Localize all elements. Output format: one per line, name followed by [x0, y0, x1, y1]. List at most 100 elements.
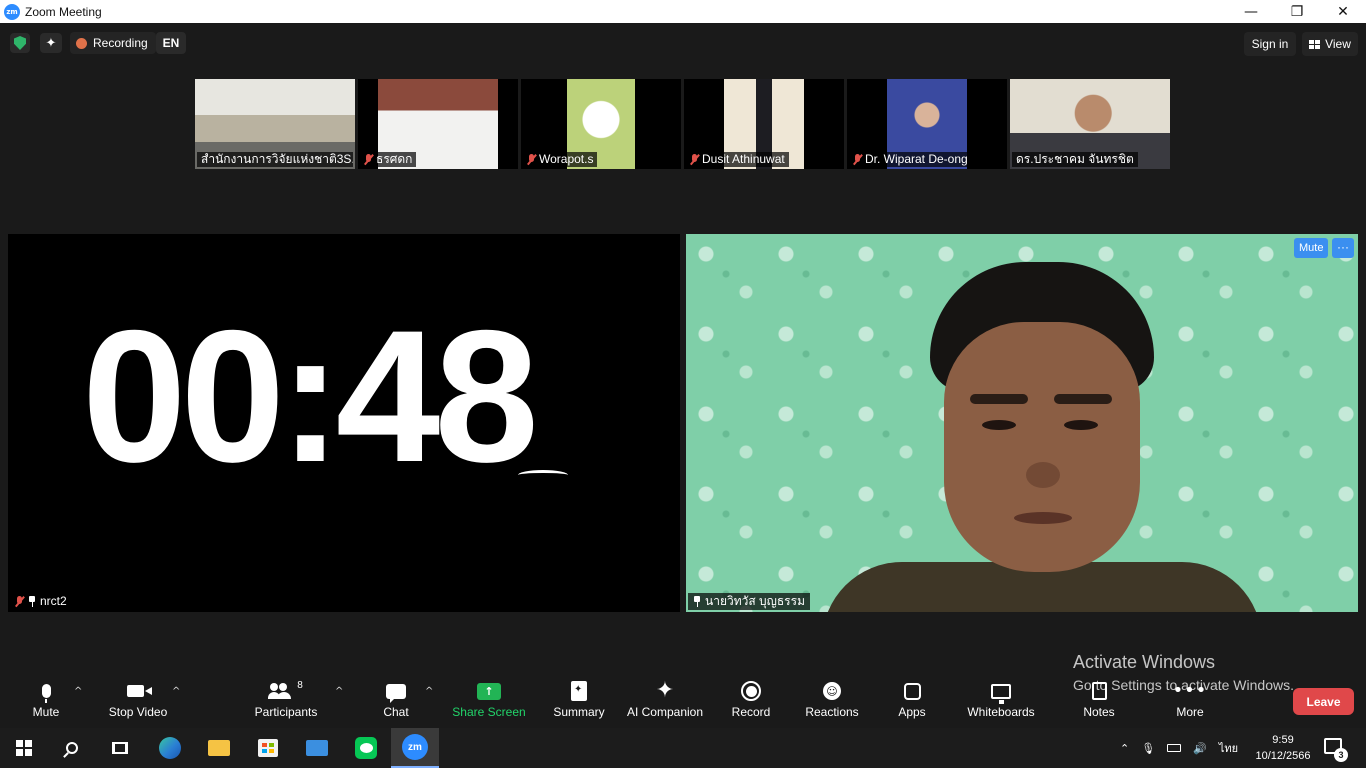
participant-thumbnail[interactable]: Worapot.s: [521, 79, 681, 169]
participants-icon: [268, 683, 293, 699]
participant-name-label: Dr. Wiparat De-ong: [849, 152, 972, 167]
participant-name-label: Worapot.s: [523, 152, 598, 167]
apps-icon: [903, 682, 921, 700]
participant-video-person: [822, 262, 1262, 612]
record-icon: [741, 681, 761, 701]
mic-muted-icon: [15, 596, 24, 607]
participant-name-label: ดร.ประชาคม จันทรชิต: [1012, 152, 1138, 167]
clock-time: 9:59: [1272, 734, 1294, 746]
sparkle-icon: ✦: [45, 35, 57, 51]
sign-in-button[interactable]: Sign in: [1244, 32, 1296, 56]
main-video-tile-right[interactable]: Mute ··· นายวิทวัส บุญธรรม: [686, 234, 1358, 612]
microphone-tray-icon[interactable]: 🎙: [1141, 742, 1155, 755]
notification-badge: 3: [1334, 748, 1348, 762]
more-dots-icon: •••: [1172, 680, 1208, 701]
notes-icon: [1091, 682, 1107, 700]
whiteboards-button[interactable]: Whiteboards: [964, 680, 1038, 726]
stop-video-button[interactable]: Stop Video: [104, 680, 172, 726]
tile-more-options-button[interactable]: ···: [1332, 238, 1354, 258]
recording-indicator[interactable]: Recording: [70, 32, 156, 54]
participant-name-label: nrct2: [10, 593, 72, 610]
main-video-tile-left[interactable]: 00:48 nrct2: [8, 234, 680, 612]
task-view-icon: [112, 742, 128, 754]
video-options-caret[interactable]: ^: [172, 686, 180, 697]
more-button[interactable]: ••• More: [1172, 680, 1208, 726]
ai-sparkle-button[interactable]: ✦: [40, 33, 62, 53]
participants-options-caret[interactable]: ^: [335, 686, 343, 697]
security-shield-button[interactable]: [10, 33, 30, 53]
window-controls: — ❐ ✕: [1228, 0, 1366, 23]
battery-icon[interactable]: [1167, 744, 1182, 752]
taskbar-clock[interactable]: 9:59 10/12/2566: [1250, 732, 1316, 764]
grid-view-icon: [1309, 39, 1321, 49]
start-button[interactable]: [0, 728, 48, 768]
pin-icon: [693, 596, 701, 607]
chevron-up-icon[interactable]: ⌃: [1120, 742, 1129, 755]
mic-muted-icon: [690, 154, 699, 165]
edge-browser-icon: [159, 737, 181, 759]
title-bar: zm Zoom Meeting — ❐ ✕: [0, 0, 1366, 23]
reactions-button[interactable]: ☺ Reactions: [802, 680, 862, 726]
leave-button[interactable]: Leave: [1293, 688, 1354, 715]
shield-icon: [14, 36, 26, 50]
chat-options-caret[interactable]: ^: [425, 686, 433, 697]
close-button[interactable]: ✕: [1320, 0, 1366, 23]
taskbar-search-button[interactable]: [48, 728, 96, 768]
clock-date: 10/12/2566: [1255, 750, 1311, 762]
taskbar-zoom[interactable]: zm: [391, 728, 439, 768]
participant-name-label: สำนักงานการวิจัยแห่งชาติ3S...: [197, 152, 353, 167]
taskbar-file-explorer[interactable]: [195, 728, 243, 768]
pin-icon: [28, 596, 36, 607]
audio-options-caret[interactable]: ^: [74, 686, 82, 697]
record-button[interactable]: Record: [728, 680, 774, 726]
share-screen-button[interactable]: ↑ Share Screen: [452, 680, 526, 726]
taskbar-edge[interactable]: [146, 728, 194, 768]
participant-name-label: นายวิทวัส บุญธรรม: [688, 593, 810, 610]
ai-companion-button[interactable]: ✦ AI Companion: [624, 680, 706, 726]
store-icon: [258, 739, 278, 757]
line-chat-icon: [355, 737, 377, 759]
smiley-icon: ☺: [823, 682, 841, 700]
video-camera-icon: [126, 685, 144, 697]
participants-button[interactable]: 8 Participants: [252, 680, 320, 726]
record-dot-icon: [76, 37, 87, 49]
chat-button[interactable]: Chat: [376, 680, 416, 726]
view-button[interactable]: View: [1302, 32, 1358, 56]
restore-button[interactable]: ❐: [1274, 0, 1320, 23]
summary-document-icon: [571, 681, 587, 701]
language-button[interactable]: EN: [156, 32, 186, 54]
ai-sparkle-icon: ✦: [655, 678, 675, 703]
input-language[interactable]: ไทย: [1219, 739, 1238, 757]
apps-button[interactable]: Apps: [892, 680, 932, 726]
task-view-button[interactable]: [96, 728, 144, 768]
system-tray: ⌃ 🎙 🔊 ไทย: [1120, 728, 1238, 768]
countdown-timer: 00:48: [82, 291, 539, 501]
participant-thumbnail[interactable]: Dusit Athinuwat: [684, 79, 844, 169]
windows-logo-icon: [16, 740, 32, 756]
whiteboard-icon: [991, 683, 1011, 704]
search-icon: [66, 742, 78, 754]
summary-button[interactable]: Summary: [550, 680, 608, 726]
share-screen-icon: ↑: [477, 682, 501, 700]
taskbar-store[interactable]: [244, 728, 292, 768]
participant-thumbnail[interactable]: สำนักงานการวิจัยแห่งชาติ3S...: [195, 79, 355, 169]
mic-muted-icon: [527, 154, 536, 165]
volume-icon[interactable]: 🔊: [1193, 742, 1207, 755]
microphone-icon: [41, 684, 51, 703]
participant-thumbnail[interactable]: Dr. Wiparat De-ong: [847, 79, 1007, 169]
notes-button[interactable]: Notes: [1078, 680, 1120, 726]
chat-bubble-icon: [386, 683, 406, 703]
meeting-top-bar: ✦ Recording EN Sign in View: [0, 23, 1366, 63]
tile-mute-button[interactable]: Mute: [1294, 238, 1329, 258]
participant-thumbnail-active-speaker[interactable]: ดร.ประชาคม จันทรชิต: [1010, 79, 1170, 169]
zoom-logo-icon: zm: [4, 3, 20, 20]
taskbar-mail[interactable]: [293, 728, 341, 768]
mic-muted-icon: [853, 154, 862, 165]
taskbar-line[interactable]: [342, 728, 390, 768]
folder-icon: [208, 740, 230, 756]
participant-thumbnail[interactable]: ธรศดก: [358, 79, 518, 169]
mic-muted-icon: [364, 154, 373, 165]
window-title: Zoom Meeting: [25, 4, 102, 19]
mute-button[interactable]: Mute: [26, 680, 66, 726]
minimize-button[interactable]: —: [1228, 0, 1274, 23]
